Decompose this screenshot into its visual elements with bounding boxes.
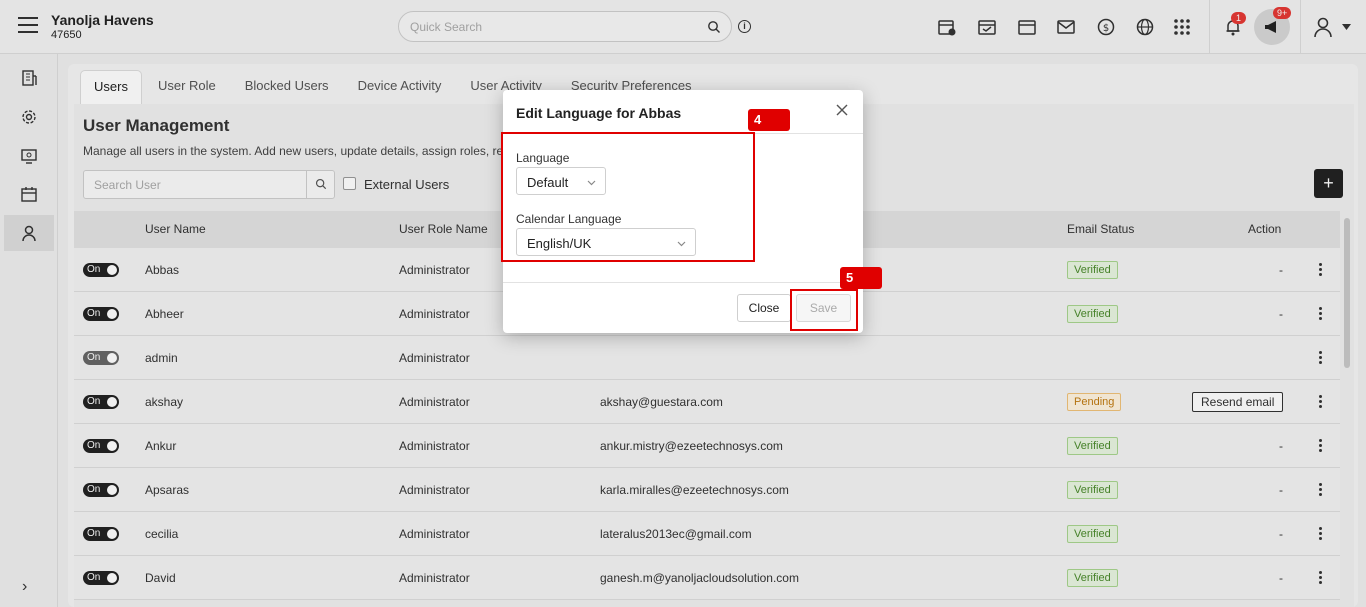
dialog-title: Edit Language for Abbas [516, 105, 682, 121]
highlight-box-save [790, 289, 858, 331]
divider [503, 282, 863, 283]
close-icon[interactable] [836, 104, 848, 116]
step-number-badge: 4 [748, 109, 790, 131]
close-button[interactable]: Close [737, 294, 791, 322]
highlight-box-language-fields [501, 132, 755, 262]
step-number-badge: 5 [840, 267, 882, 289]
